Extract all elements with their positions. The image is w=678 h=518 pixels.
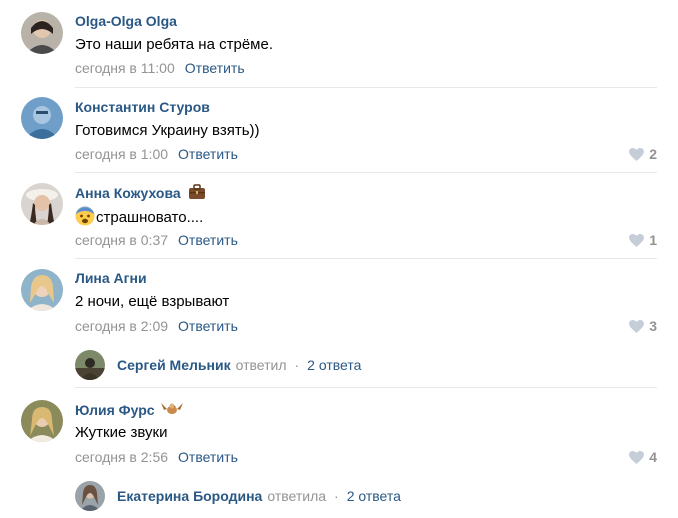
avatar-photo-icon [21, 97, 63, 139]
comment-author[interactable]: Константин Стуров [75, 99, 210, 115]
comment-text: Жуткие звуки [75, 424, 168, 441]
avatar[interactable] [21, 12, 63, 54]
replies-thread[interactable]: Сергей Мельник ответил · 2 ответа [75, 349, 361, 381]
like-count: 1 [649, 232, 657, 248]
bird-icon [161, 403, 184, 414]
reply-button[interactable]: Ответить [185, 60, 245, 76]
comment-author[interactable]: Лина Агни [75, 270, 147, 286]
thread-separator: · [294, 357, 300, 373]
divider [75, 172, 657, 173]
divider [75, 87, 657, 88]
comment-date[interactable]: сегодня в 2:56 [75, 449, 168, 465]
avatar[interactable] [75, 350, 105, 380]
avatar-photo-icon [75, 481, 105, 511]
heart-icon [629, 147, 645, 161]
like-count: 2 [649, 146, 657, 162]
comment-meta: сегодня в 2:56 Ответить [75, 449, 238, 465]
comment-text: 2 ночи, ещё взрывают [75, 293, 230, 310]
like-button[interactable]: 1 [629, 232, 657, 248]
avatar[interactable] [21, 97, 63, 139]
comment-meta: сегодня в 2:09 Ответить [75, 318, 238, 334]
avatar-photo-icon [21, 400, 63, 442]
like-count: 3 [649, 318, 657, 334]
avatar[interactable] [21, 400, 63, 442]
avatar-photo-icon [75, 350, 105, 380]
thread-reply-author[interactable]: Екатерина Бородина [117, 488, 262, 504]
heart-icon [629, 233, 645, 247]
thread-replies-count[interactable]: 2 ответа [307, 357, 361, 373]
comment-date[interactable]: сегодня в 1:00 [75, 146, 168, 162]
comment-author[interactable]: Юлия Фурс [75, 402, 155, 418]
divider [75, 258, 657, 259]
avatar[interactable] [75, 481, 105, 511]
fearful-face-emoji-icon [75, 206, 95, 226]
comment-meta: сегодня в 11:00 Ответить [75, 60, 245, 76]
heart-icon [629, 319, 645, 333]
comment-text: Готовимся Украину взять)) [75, 122, 260, 139]
heart-icon [629, 450, 645, 464]
avatar[interactable] [21, 269, 63, 311]
comment-date[interactable]: сегодня в 0:37 [75, 232, 168, 248]
like-button[interactable]: 2 [629, 146, 657, 162]
thread-reply-author[interactable]: Сергей Мельник [117, 357, 231, 373]
like-button[interactable]: 4 [629, 449, 657, 465]
like-button[interactable]: 3 [629, 318, 657, 334]
reply-button[interactable]: Ответить [178, 146, 238, 162]
comment-author-row: Юлия Фурс [75, 401, 184, 418]
thread-replies-count[interactable]: 2 ответа [347, 488, 401, 504]
reply-button[interactable]: Ответить [178, 449, 238, 465]
replies-thread[interactable]: Екатерина Бородина ответила · 2 ответа [75, 480, 401, 512]
reply-button[interactable]: Ответить [178, 232, 238, 248]
comment-author-row: Анна Кожухова [75, 184, 206, 201]
comment-meta: сегодня в 0:37 Ответить [75, 232, 238, 248]
comment-author[interactable]: Анна Кожухова [75, 185, 181, 201]
comment-text: Это наши ребята на стрёме. [75, 36, 273, 53]
thread-reply-action: ответила [267, 488, 327, 504]
avatar-photo-icon [21, 183, 63, 225]
comment-meta: сегодня в 1:00 Ответить [75, 146, 238, 162]
avatar-photo-icon [21, 269, 63, 311]
thread-reply-action: ответил [235, 357, 287, 373]
comment-text: страшновато.... [96, 209, 204, 226]
avatar-photo-icon [21, 12, 63, 54]
comment-author[interactable]: Olga-Olga Olga [75, 13, 177, 29]
divider [75, 387, 657, 388]
comment-text-row: страшновато.... [75, 206, 203, 226]
avatar[interactable] [21, 183, 63, 225]
comment-date[interactable]: сегодня в 11:00 [75, 60, 175, 76]
thread-separator: · [334, 488, 339, 504]
briefcase-icon [188, 184, 205, 199]
reply-button[interactable]: Ответить [178, 318, 238, 334]
comment-date[interactable]: сегодня в 2:09 [75, 318, 168, 334]
like-count: 4 [649, 449, 657, 465]
